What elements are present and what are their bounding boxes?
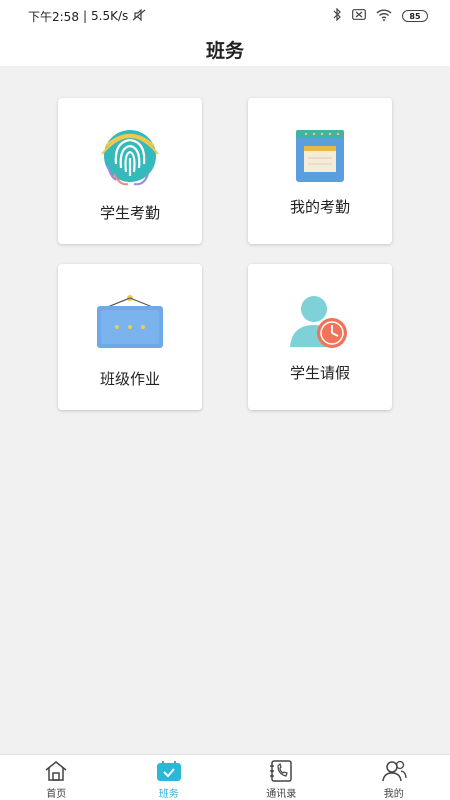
mute-icon <box>132 8 146 24</box>
tab-class-affairs[interactable]: 班务 <box>113 755 226 800</box>
tab-label: 我的 <box>383 789 404 800</box>
phone-book-icon <box>267 759 295 783</box>
status-network-speed: 5.5K/s <box>91 9 129 23</box>
card-label: 学生请假 <box>289 364 350 382</box>
home-icon <box>42 759 70 783</box>
hanging-board-icon <box>93 290 167 354</box>
class-homework-card[interactable]: 班级作业 <box>58 264 202 410</box>
user-clock-icon <box>283 290 357 354</box>
tab-label: 通讯录 <box>266 789 297 800</box>
status-right: 85 <box>332 7 428 24</box>
status-left: 下午2:58 | 5.5K/s <box>28 8 146 25</box>
card-label: 班级作业 <box>99 370 160 388</box>
student-leave-card[interactable]: 学生请假 <box>248 264 392 410</box>
status-time: 下午2:58 <box>28 9 79 24</box>
wifi-icon <box>376 8 392 24</box>
title-bar: 班务 <box>0 32 450 66</box>
bottom-tab-bar: 首页 班务 通讯录 我的 <box>0 754 450 800</box>
tab-home[interactable]: 首页 <box>0 755 113 800</box>
tab-mine[interactable]: 我的 <box>338 755 450 800</box>
bluetooth-icon <box>332 7 342 24</box>
calendar-board-icon <box>283 124 357 188</box>
tab-contacts[interactable]: 通讯录 <box>225 755 338 800</box>
battery-indicator: 85 <box>402 10 428 22</box>
fingerprint-icon <box>93 124 167 188</box>
users-icon <box>380 759 408 783</box>
card-label: 学生考勤 <box>99 204 160 222</box>
tab-label: 班务 <box>158 789 179 800</box>
calendar-check-icon <box>155 759 183 783</box>
card-label: 我的考勤 <box>289 198 350 216</box>
tab-label: 首页 <box>46 789 67 800</box>
sim-icon <box>352 9 366 23</box>
my-attendance-card[interactable]: 我的考勤 <box>248 98 392 244</box>
status-bar: 下午2:58 | 5.5K/s 85 <box>0 0 450 32</box>
page-title: 班务 <box>205 39 244 62</box>
student-attendance-card[interactable]: 学生考勤 <box>58 98 202 244</box>
status-divider: | <box>82 9 87 23</box>
